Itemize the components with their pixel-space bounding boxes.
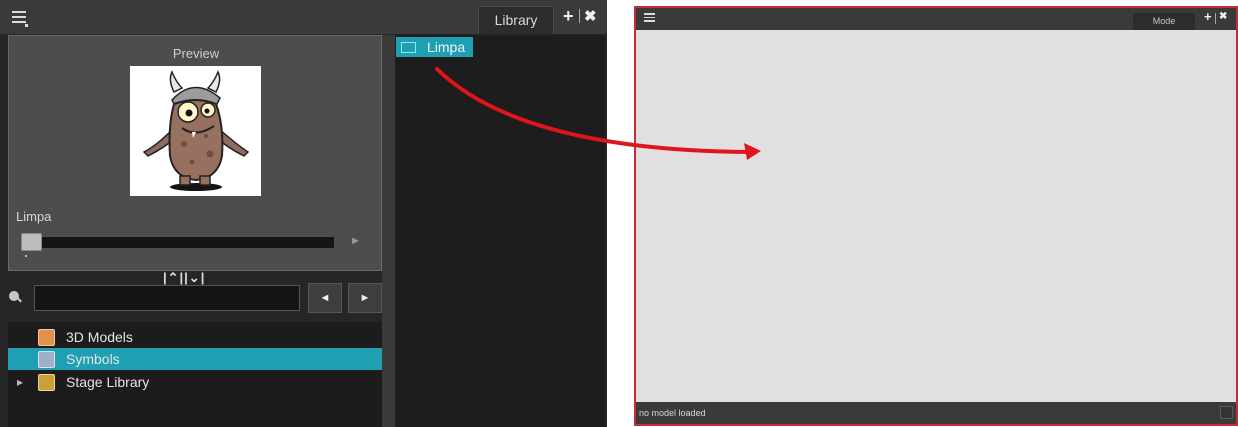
hamburger-menu-icon[interactable] — [644, 13, 655, 24]
close-view-icon[interactable]: ✖ — [1219, 11, 1227, 22]
monster-character-image — [142, 70, 250, 191]
slider-tick — [25, 255, 27, 257]
add-view-icon[interactable]: + — [563, 6, 574, 27]
preview-title: Preview — [172, 46, 220, 61]
model-window: Mode + ✖ no model loaded — [634, 6, 1238, 426]
tab-library[interactable]: Library — [478, 6, 554, 34]
play-button[interactable]: ► — [350, 235, 361, 247]
status-corner-button[interactable] — [1220, 406, 1233, 419]
folder-icon — [401, 42, 416, 53]
tree-item-label: Symbols — [66, 351, 120, 367]
collapse-expand-controls[interactable]: |⌃||⌄| — [163, 271, 227, 284]
tree-item-stage-library[interactable]: ▸ Stage Library — [8, 371, 382, 393]
library-item-label: Limpa — [427, 39, 466, 55]
search-input[interactable] — [34, 285, 300, 311]
3d-models-icon — [38, 329, 55, 346]
library-tree: 3D Models Symbols ▸ Stage Library — [8, 322, 382, 427]
preview-panel: Preview Limpa ► — [8, 35, 382, 271]
library-title-bar: Library + ✖ — [0, 0, 607, 34]
preview-frame-slider[interactable] — [21, 237, 334, 248]
tree-item-label: 3D Models — [66, 329, 133, 345]
tree-item-symbols[interactable]: Symbols — [8, 348, 382, 370]
toolbar-divider — [1215, 13, 1216, 24]
slider-handle[interactable] — [21, 233, 42, 251]
search-next-button[interactable]: ► — [348, 283, 382, 313]
tree-item-label: Stage Library — [66, 374, 150, 390]
tab-model[interactable]: Mode — [1133, 13, 1195, 30]
panel-splitter[interactable] — [382, 35, 395, 427]
preview-thumbnail — [130, 66, 261, 196]
search-icon — [9, 291, 19, 301]
close-view-icon[interactable]: ✖ — [584, 7, 597, 25]
status-text: no model loaded — [639, 408, 706, 418]
preview-asset-name: Limpa — [16, 209, 52, 224]
model-viewport[interactable] — [636, 30, 1236, 402]
hamburger-menu-icon[interactable] — [12, 11, 28, 27]
expand-arrow-icon[interactable]: ▸ — [17, 371, 23, 393]
model-title-bar: Mode + ✖ — [636, 8, 1236, 30]
symbols-icon — [38, 351, 55, 368]
search-previous-button[interactable]: ◄ — [308, 283, 342, 313]
library-item-limpa[interactable]: Limpa — [396, 37, 473, 57]
add-view-icon[interactable]: + — [1204, 9, 1212, 24]
model-status-bar: no model loaded — [636, 402, 1236, 424]
library-content-list — [395, 35, 605, 427]
toolbar-divider — [579, 9, 580, 23]
tree-item-3d-models[interactable]: 3D Models — [8, 326, 382, 348]
library-window: Library + ✖ Preview Limpa ► |⌃||⌄| ◄ ► 3… — [0, 0, 607, 427]
stage-library-icon — [38, 374, 55, 391]
